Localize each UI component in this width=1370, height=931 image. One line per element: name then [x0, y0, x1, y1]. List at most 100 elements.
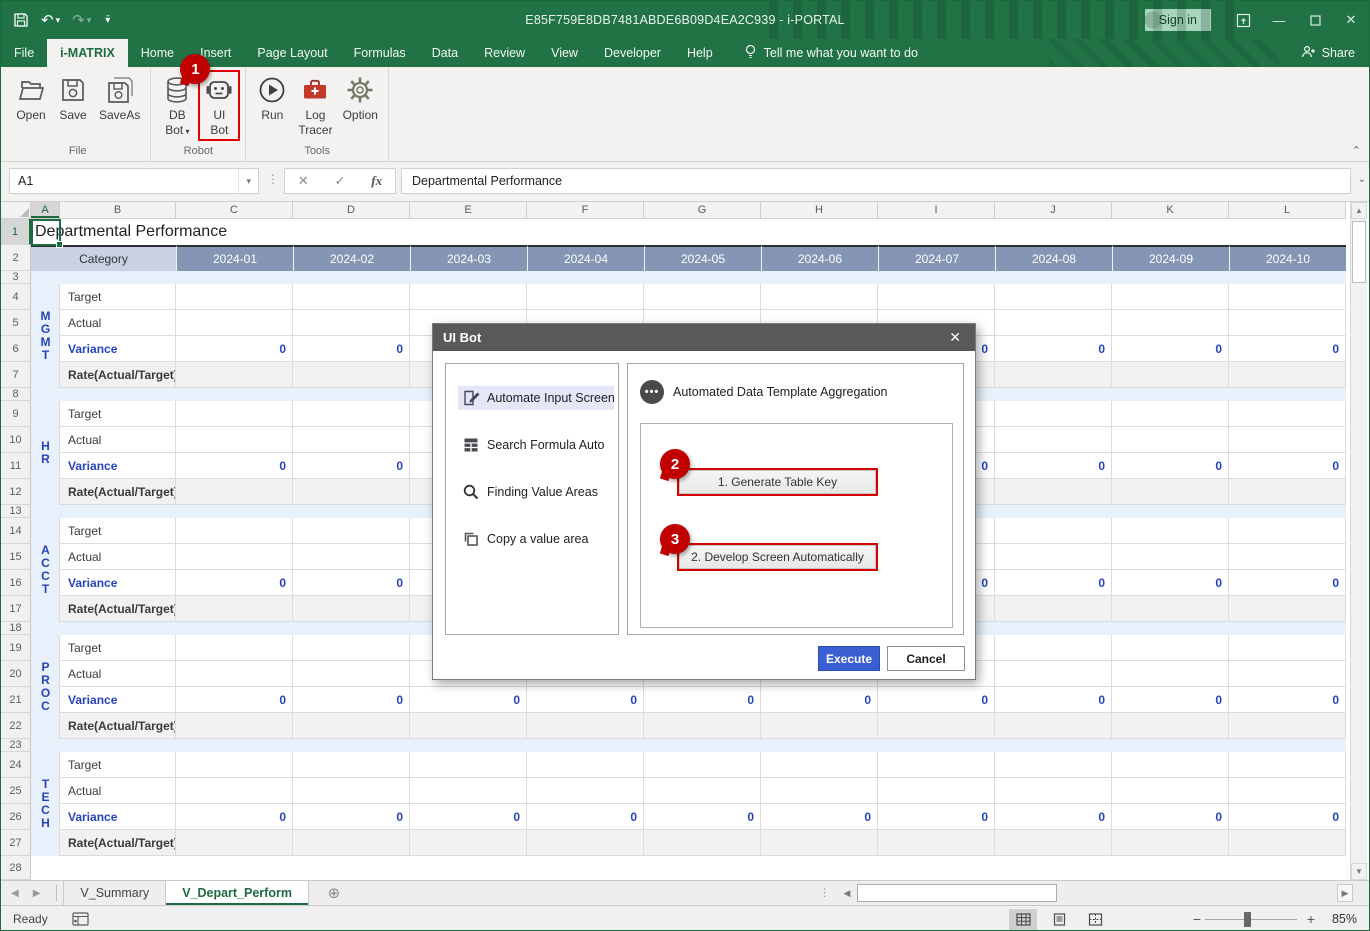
data-cell[interactable] [293, 778, 410, 804]
save-button[interactable]: Save [53, 71, 93, 125]
tab-scroll-splitter[interactable]: ⋮ [819, 886, 831, 899]
data-cell[interactable]: 0 [995, 453, 1112, 479]
data-cell[interactable] [1229, 479, 1346, 505]
row-header-9[interactable]: 9 [1, 401, 31, 427]
row-header-24[interactable]: 24 [1, 752, 31, 778]
data-cell[interactable]: 0 [176, 570, 293, 596]
row-header-14[interactable]: 14 [1, 518, 31, 544]
cancel-button[interactable]: Cancel [887, 646, 965, 671]
zoom-slider-track[interactable] [1205, 919, 1297, 920]
new-sheet-icon[interactable]: ⊕ [323, 882, 345, 904]
formula-input[interactable]: Departmental Performance [401, 168, 1351, 194]
data-cell[interactable] [293, 427, 410, 453]
insert-function-icon[interactable]: fx [371, 173, 382, 189]
data-cell[interactable]: 0 [995, 687, 1112, 713]
data-cell[interactable] [761, 778, 878, 804]
column-header-b[interactable]: B [60, 202, 176, 219]
data-cell[interactable] [176, 310, 293, 336]
row-label-target[interactable]: Target [60, 635, 176, 661]
data-cell[interactable] [995, 713, 1112, 739]
data-cell[interactable]: 0 [1229, 570, 1346, 596]
data-cell[interactable] [410, 713, 527, 739]
row-header-21[interactable]: 21 [1, 687, 31, 713]
month-header-cell[interactable]: 2024-06 [761, 245, 878, 271]
ribbon-tab-formulas[interactable]: Formulas [341, 39, 419, 67]
data-cell[interactable] [644, 830, 761, 856]
1-generate-table-key-button[interactable]: 1. Generate Table Key [677, 468, 878, 496]
data-cell[interactable]: 0 [761, 804, 878, 830]
data-cell[interactable] [410, 830, 527, 856]
row-label-actual[interactable]: Actual [60, 427, 176, 453]
ribbon-tab-i-matrix[interactable]: i-MATRIX [47, 39, 128, 67]
data-cell[interactable]: 0 [1112, 453, 1229, 479]
cancel-entry-icon[interactable]: ✕ [298, 173, 309, 189]
data-cell[interactable] [1112, 778, 1229, 804]
data-cell[interactable] [878, 830, 995, 856]
scroll-up-icon[interactable]: ▲ [1351, 202, 1367, 219]
data-cell[interactable] [293, 661, 410, 687]
row-label-actual[interactable]: Actual [60, 544, 176, 570]
column-header-f[interactable]: F [527, 202, 644, 219]
data-cell[interactable]: 0 [644, 687, 761, 713]
row-header-19[interactable]: 19 [1, 635, 31, 661]
data-cell[interactable] [1112, 427, 1229, 453]
data-cell[interactable] [1112, 310, 1229, 336]
data-cell[interactable]: 0 [176, 687, 293, 713]
sign-in-button[interactable]: Sign in [1145, 9, 1211, 31]
ribbon-tab-file[interactable]: File [1, 39, 47, 67]
column-header-k[interactable]: K [1112, 202, 1229, 219]
row-header-6[interactable]: 6 [1, 336, 31, 362]
dialog-menu-automate-input-screen[interactable]: Automate Input Screen [458, 386, 614, 410]
data-cell[interactable]: 0 [1112, 570, 1229, 596]
data-cell[interactable] [995, 401, 1112, 427]
column-header-g[interactable]: G [644, 202, 761, 219]
column-header-i[interactable]: I [878, 202, 995, 219]
data-cell[interactable] [1112, 284, 1229, 310]
name-box[interactable]: A1 ▾ [9, 168, 259, 194]
column-header-e[interactable]: E [410, 202, 527, 219]
zoom-slider-handle[interactable] [1244, 912, 1251, 927]
data-cell[interactable] [176, 284, 293, 310]
row-label-rate[interactable]: Rate(Actual/Target) [60, 713, 176, 739]
select-all-corner[interactable] [1, 202, 31, 219]
data-cell[interactable] [1112, 518, 1229, 544]
ribbon-tab-page-layout[interactable]: Page Layout [244, 39, 340, 67]
month-header-cell[interactable]: 2024-04 [527, 245, 644, 271]
data-cell[interactable] [995, 544, 1112, 570]
data-cell[interactable]: 0 [410, 804, 527, 830]
dialog-close-icon[interactable]: ✕ [945, 329, 965, 346]
horizontal-scroll-thumb[interactable] [857, 884, 1057, 902]
data-cell[interactable]: 0 [644, 804, 761, 830]
data-cell[interactable] [176, 635, 293, 661]
month-header-cell[interactable]: 2024-02 [293, 245, 410, 271]
data-cell[interactable] [176, 544, 293, 570]
ribbon-tab-review[interactable]: Review [471, 39, 538, 67]
minimize-button[interactable]: — [1261, 1, 1297, 39]
macro-record-icon[interactable] [72, 912, 89, 926]
data-cell[interactable] [1229, 778, 1346, 804]
data-cell[interactable] [1112, 362, 1229, 388]
data-cell[interactable]: 0 [293, 804, 410, 830]
data-cell[interactable]: 0 [176, 453, 293, 479]
data-cell[interactable] [1112, 661, 1229, 687]
data-cell[interactable] [176, 713, 293, 739]
data-cell[interactable] [878, 778, 995, 804]
maximize-button[interactable] [1297, 1, 1333, 39]
run-button[interactable]: Run [252, 71, 292, 125]
next-sheet-icon[interactable]: ▶ [33, 888, 41, 899]
vertical-scrollbar[interactable]: ▲ ▼ [1350, 202, 1367, 880]
row-label-variance[interactable]: Variance [60, 570, 176, 596]
data-cell[interactable] [644, 713, 761, 739]
data-cell[interactable]: 0 [1112, 804, 1229, 830]
data-cell[interactable]: 0 [1229, 336, 1346, 362]
data-cell[interactable] [176, 518, 293, 544]
data-cell[interactable] [1112, 596, 1229, 622]
data-cell[interactable] [176, 752, 293, 778]
data-cell[interactable] [293, 596, 410, 622]
saveas-button[interactable]: SaveAs [95, 71, 144, 125]
data-cell[interactable] [1229, 661, 1346, 687]
column-header-a[interactable]: A [31, 202, 60, 219]
data-cell[interactable] [1112, 635, 1229, 661]
data-cell[interactable] [644, 752, 761, 778]
row-header-8[interactable]: 8 [1, 388, 31, 401]
